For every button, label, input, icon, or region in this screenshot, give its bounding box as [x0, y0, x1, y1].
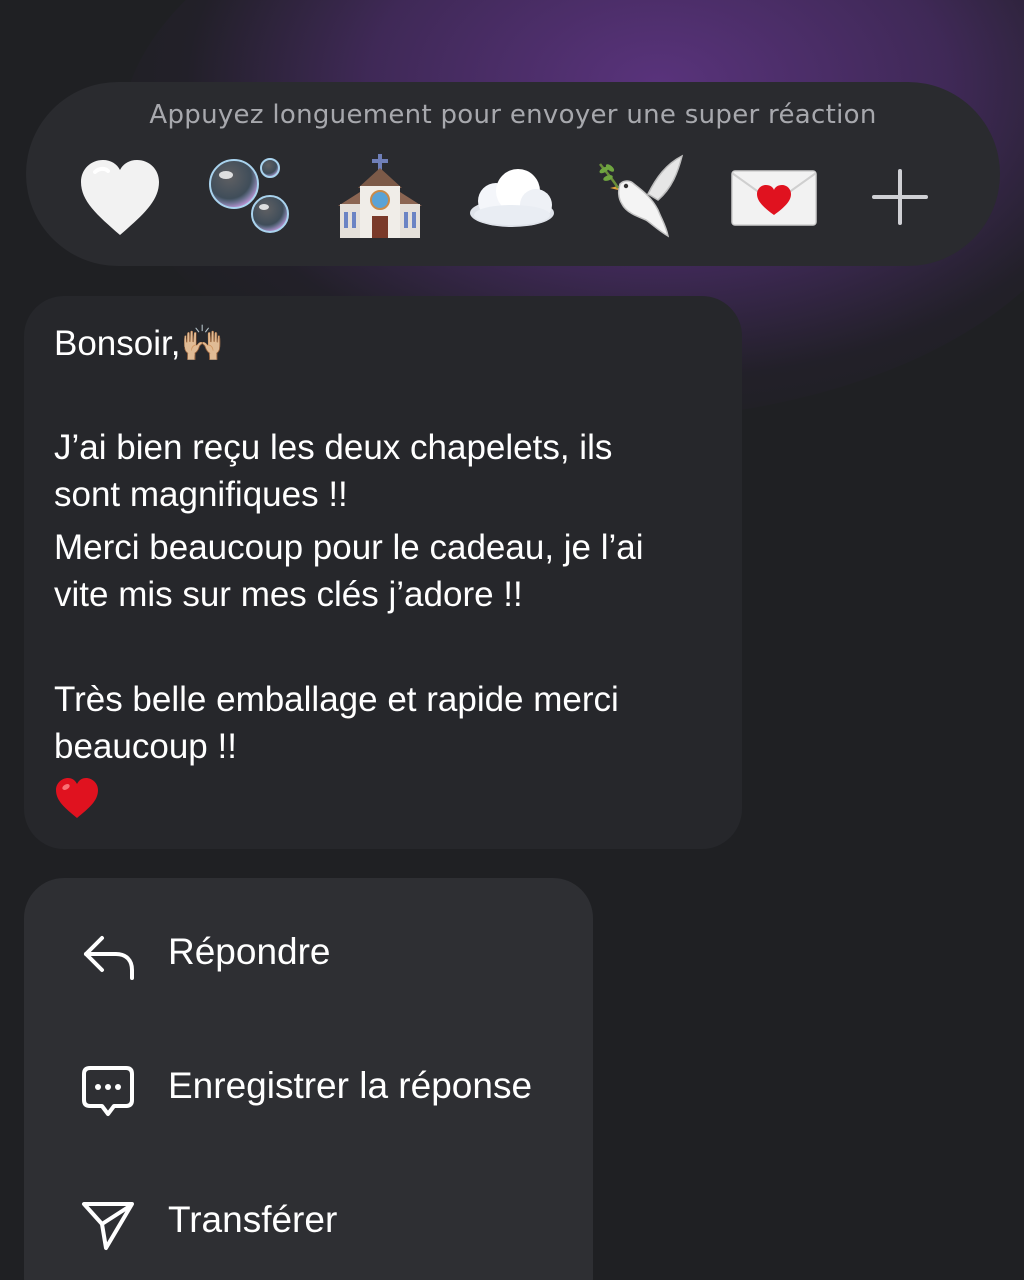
- message-action-menu: Répondre Enregistrer la réponse Transfér…: [24, 878, 593, 1280]
- cloud-icon[interactable]: [462, 152, 562, 242]
- message-line: Bonsoir,🙌🏼: [54, 324, 225, 363]
- message-line: J’ai bien reçu les deux chapelets, ils: [54, 428, 613, 467]
- love-letter-icon[interactable]: [724, 152, 824, 242]
- reaction-bar: Appuyez longuement pour envoyer une supe…: [26, 82, 1000, 266]
- message-line: beaucoup !!: [54, 727, 237, 766]
- message-actions-screen: Appuyez longuement pour envoyer une supe…: [0, 0, 1024, 1280]
- message-bubble[interactable]: Bonsoir,🙌🏼 J’ai bien reçu les deux chape…: [24, 296, 742, 849]
- reply-menu-item[interactable]: Répondre: [24, 894, 593, 1014]
- save-reply-label: Enregistrer la réponse: [168, 1065, 533, 1106]
- reply-arrow-icon: [84, 936, 134, 980]
- message-line: vite mis sur mes clés j’adore !!: [54, 575, 523, 614]
- saved-reply-icon: [82, 1066, 134, 1116]
- message-line: Merci beaucoup pour le cadeau, je l’ai: [54, 528, 644, 567]
- message-line: sont magnifiques !!: [54, 475, 348, 514]
- bubbles-icon[interactable]: [200, 152, 300, 242]
- forward-label: Transférer: [168, 1199, 338, 1240]
- red-heart-icon: [56, 778, 98, 818]
- reply-label: Répondre: [168, 931, 331, 972]
- message-line: Très belle emballage et rapide merci: [54, 680, 619, 719]
- forward-menu-item[interactable]: Transférer: [24, 1162, 593, 1280]
- plus-icon[interactable]: [850, 152, 950, 242]
- save-reply-menu-item[interactable]: Enregistrer la réponse: [24, 1028, 593, 1148]
- paper-plane-icon: [82, 1202, 134, 1250]
- reaction-hint: Appuyez longuement pour envoyer une supe…: [149, 100, 877, 130]
- church-icon[interactable]: [330, 152, 430, 242]
- white-heart-icon[interactable]: [70, 152, 170, 242]
- dove-icon[interactable]: [592, 152, 692, 242]
